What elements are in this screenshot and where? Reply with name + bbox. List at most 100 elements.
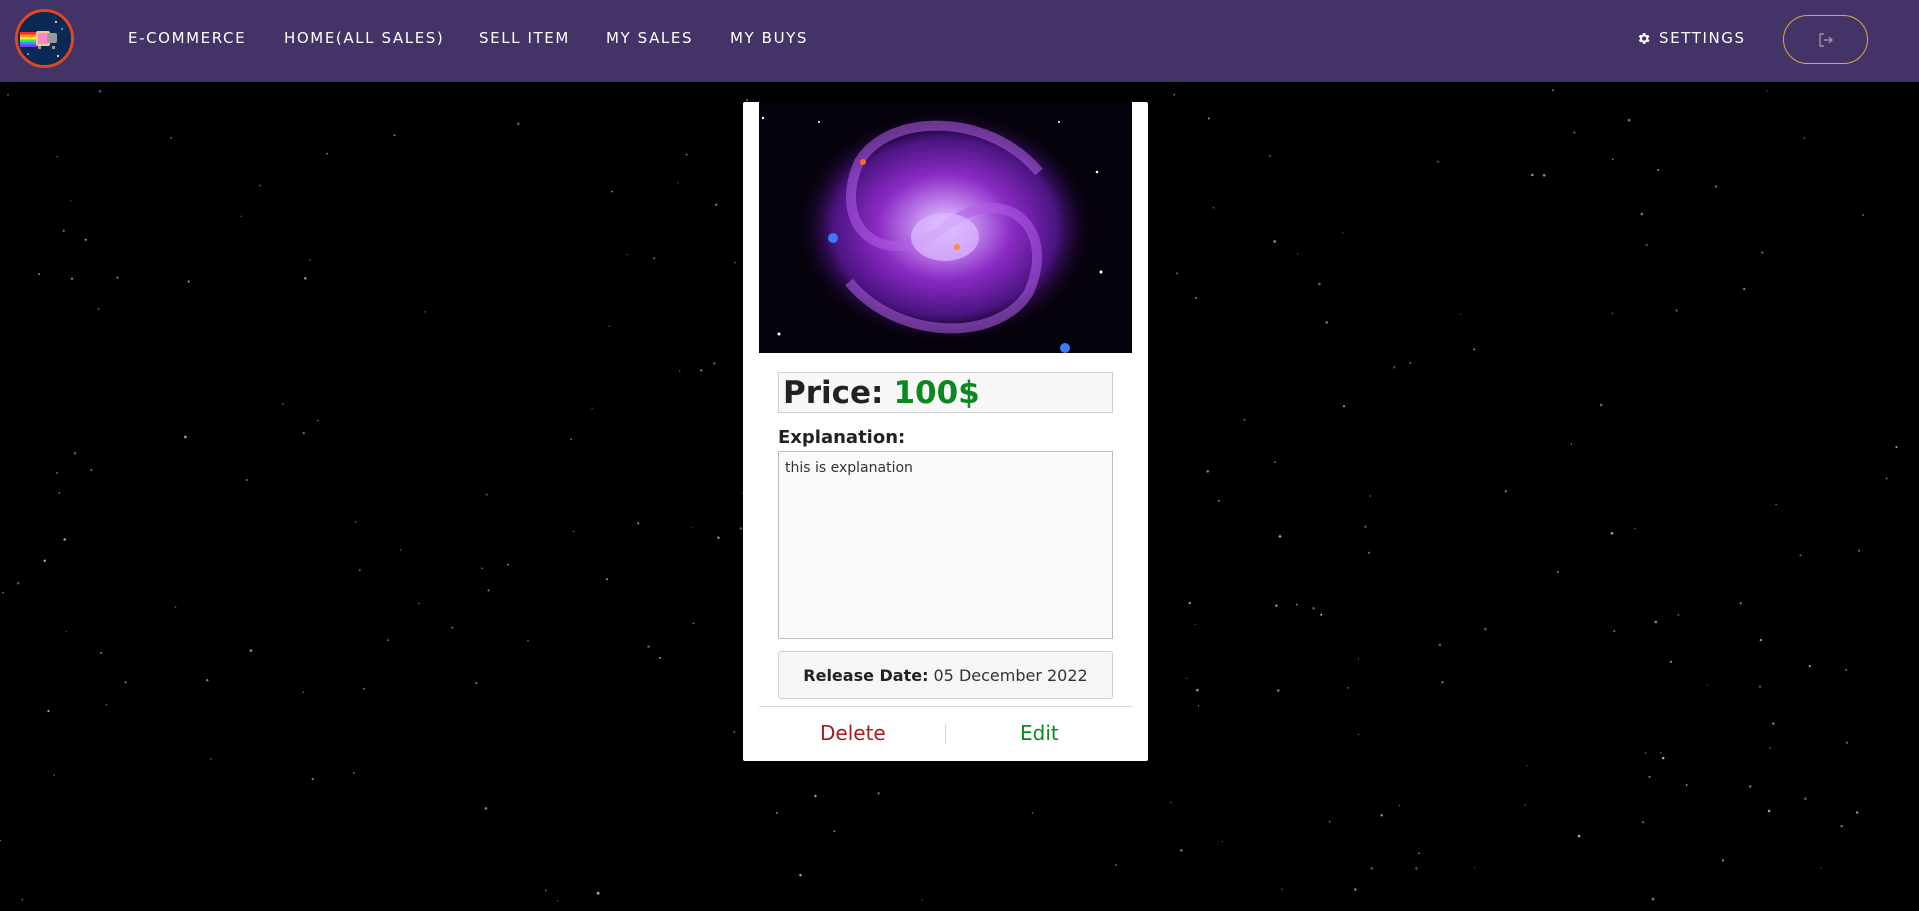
nav-ecommerce[interactable]: E-COMMERCE — [128, 29, 246, 47]
star — [1685, 784, 1688, 786]
star — [1212, 206, 1215, 209]
star — [700, 369, 703, 372]
star — [1312, 607, 1315, 610]
star — [387, 639, 389, 641]
star — [1641, 821, 1645, 824]
star — [1551, 89, 1555, 92]
star — [1364, 525, 1367, 528]
star — [1273, 240, 1277, 243]
star — [1542, 173, 1546, 177]
star — [487, 589, 490, 592]
star — [1766, 90, 1769, 92]
star — [653, 257, 656, 260]
nyan-cat-logo[interactable] — [15, 9, 74, 68]
settings-label: SETTINGS — [1659, 29, 1746, 47]
star — [1196, 688, 1199, 692]
star — [1611, 158, 1614, 161]
star — [877, 792, 880, 795]
star — [1758, 685, 1762, 688]
star — [1342, 232, 1344, 234]
star — [100, 651, 103, 654]
star — [16, 581, 20, 585]
star — [527, 639, 529, 642]
star — [311, 777, 314, 781]
star — [799, 873, 802, 877]
star — [98, 90, 102, 93]
action-separator — [945, 724, 946, 744]
star — [65, 630, 67, 633]
delete-button[interactable]: Delete — [820, 721, 886, 745]
star — [678, 370, 681, 372]
star — [1613, 630, 1616, 633]
star — [105, 703, 108, 706]
star — [1857, 549, 1861, 552]
star — [1484, 627, 1487, 631]
star — [1556, 570, 1560, 574]
star — [240, 215, 242, 217]
star — [1115, 864, 1117, 866]
release-date-box: Release Date: 05 December 2022 — [778, 651, 1113, 699]
star — [56, 471, 59, 474]
star — [43, 559, 47, 562]
edit-button[interactable]: Edit — [1020, 721, 1059, 745]
star — [1819, 867, 1822, 869]
star — [1369, 495, 1371, 497]
star — [21, 898, 24, 901]
nav-my-buys[interactable]: MY BUYS — [730, 29, 808, 47]
star — [1206, 470, 1209, 473]
star — [1573, 131, 1576, 134]
star — [685, 153, 688, 156]
star — [1651, 897, 1655, 901]
star — [1170, 801, 1172, 804]
star — [486, 494, 488, 496]
settings-link[interactable]: SETTINGS — [1636, 29, 1746, 47]
star — [1669, 660, 1673, 663]
product-image-galaxy — [759, 102, 1132, 353]
star — [746, 99, 748, 101]
star — [677, 182, 679, 184]
star — [1173, 93, 1176, 96]
star — [556, 900, 559, 902]
star — [1706, 684, 1708, 686]
star — [713, 362, 716, 365]
star — [56, 156, 58, 158]
star — [187, 280, 190, 283]
star — [1743, 288, 1746, 291]
nav-sell-item[interactable]: SELL ITEM — [479, 29, 570, 47]
star — [62, 229, 65, 232]
star — [1380, 814, 1383, 817]
price-box: Price: 100$ — [778, 372, 1113, 413]
star — [1761, 251, 1764, 254]
star — [1221, 840, 1223, 843]
release-date-label: Release Date: — [803, 665, 929, 685]
nav-home-all-sales[interactable]: HOME(ALL SALES) — [284, 29, 444, 47]
star — [1739, 602, 1742, 605]
star — [352, 772, 355, 774]
star — [1277, 689, 1280, 692]
star — [1634, 527, 1636, 529]
star — [1268, 154, 1272, 157]
gear-icon — [1638, 32, 1650, 44]
star — [1654, 620, 1658, 624]
product-card: Price: 100$ Explanation: this is explana… — [743, 102, 1148, 761]
star — [1840, 824, 1843, 828]
star — [1194, 623, 1196, 625]
star — [1895, 446, 1898, 448]
star — [124, 681, 127, 684]
nav-my-sales[interactable]: MY SALES — [606, 29, 693, 47]
galaxy-image — [759, 102, 1132, 353]
star — [1296, 603, 1298, 606]
star — [1775, 503, 1777, 506]
star — [1281, 888, 1283, 890]
logout-button[interactable] — [1783, 15, 1868, 64]
explanation-textarea[interactable]: this is explanation — [778, 451, 1113, 639]
star — [326, 152, 329, 155]
star — [1325, 321, 1328, 324]
star — [591, 407, 593, 409]
star — [1473, 866, 1476, 868]
star — [1715, 185, 1718, 188]
star — [1577, 834, 1581, 838]
star — [1610, 531, 1614, 535]
star — [1318, 282, 1321, 286]
star — [7, 94, 9, 96]
